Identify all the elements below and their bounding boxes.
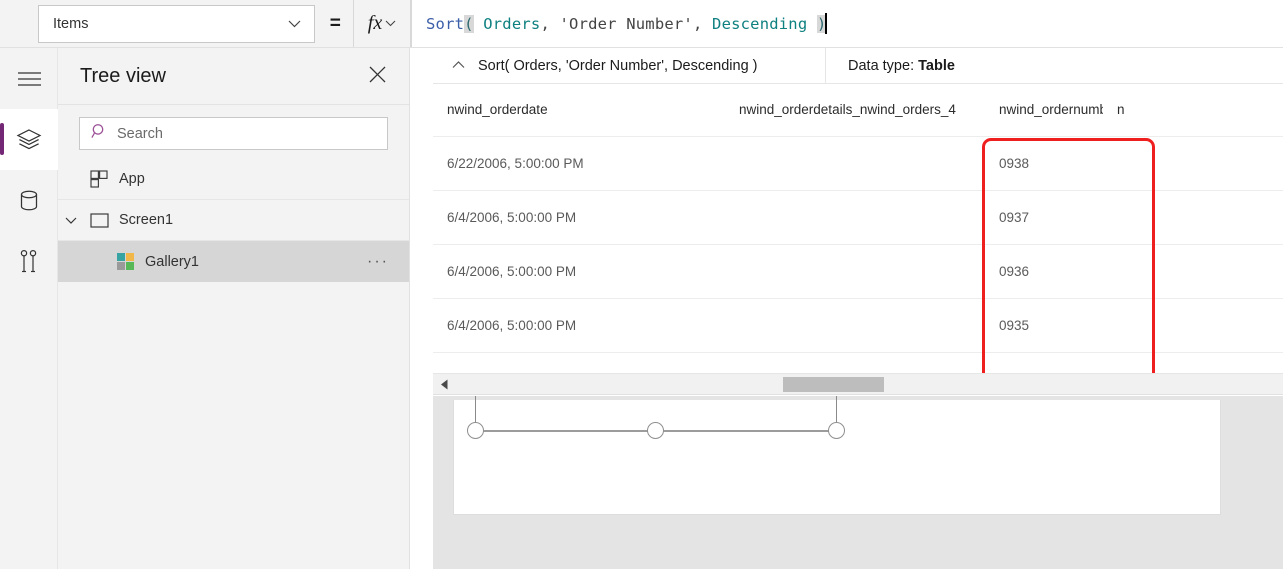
fx-icon: fx — [367, 12, 383, 34]
scrollbar-thumb[interactable] — [783, 376, 884, 392]
chevron-down-icon[interactable] — [58, 217, 84, 224]
table-cell-nwind_ordernumber: 0935 — [985, 298, 1103, 353]
database-icon — [18, 189, 40, 213]
table-cell-nwind_ordernumber: 0937 — [985, 190, 1103, 245]
sidebar-item-menu[interactable] — [0, 48, 58, 109]
scrollbar-track[interactable] — [455, 374, 1283, 395]
property-dropdown[interactable]: Items — [38, 4, 315, 43]
column-header-orderdate[interactable]: nwind_orderdate — [433, 84, 725, 137]
power-apps-studio: Items = fx Sort( Orders, 'Order Number',… — [0, 0, 1283, 569]
table-cell-nwind_orderdate: 6/4/2006, 5:00:00 PM — [433, 298, 725, 353]
table-row[interactable]: 6/4/2006, 5:00:00 PM 0936 — [433, 244, 1283, 299]
formula-result-pane: Sort( Orders, 'Order Number', Descending… — [433, 47, 1283, 395]
formula-token: , — [692, 14, 713, 33]
data-type-prefix: Data type: — [848, 57, 915, 74]
close-icon[interactable] — [368, 65, 387, 88]
search-container: Search — [58, 105, 409, 159]
fx-button[interactable]: fx — [353, 0, 411, 47]
formula-token: 'Order Number' — [559, 14, 693, 33]
tree-item-label: Screen1 — [119, 212, 174, 228]
property-dropdown-value: Items — [53, 15, 89, 32]
table-header-row: nwind_orderdate nwind_orderdetails_nwind… — [433, 84, 1283, 137]
chevron-down-icon — [288, 18, 301, 30]
data-grid-container: nwind_orderdate nwind_orderdetails_nwind… — [433, 84, 1283, 377]
table-cell-nwind_orderdate: 6/22/2006, 5:00:00 PM — [433, 136, 725, 191]
equals-sign: = — [329, 12, 341, 34]
tools-icon — [18, 249, 40, 275]
result-expression-text: Sort( Orders, 'Order Number', Descending… — [478, 57, 758, 74]
formula-token: , — [540, 14, 560, 33]
horizontal-scrollbar[interactable] — [433, 373, 1283, 394]
table-row[interactable]: 6/4/2006, 5:00:00 PM 0935 — [433, 298, 1283, 353]
app-canvas[interactable] — [433, 396, 1283, 569]
tree-view-panel: Tree view Search App Screen1 Gallery1 ··… — [58, 48, 410, 569]
scroll-left-arrow-icon[interactable] — [433, 374, 455, 395]
gallery-icon — [110, 253, 140, 270]
sidebar-item-tree-view[interactable] — [0, 109, 58, 170]
table-cell-cut_off — [1103, 298, 1283, 353]
app-grid-icon — [84, 170, 114, 188]
data-type-label: Data type: Table — [826, 58, 955, 74]
search-icon — [91, 123, 108, 145]
formula-tokens: Sort( Orders, 'Order Number', Descending… — [426, 14, 827, 33]
text-caret — [825, 13, 828, 34]
layers-icon — [16, 128, 42, 152]
gallery-handle-connector-right — [836, 396, 837, 422]
tree-item-label: Gallery1 — [145, 253, 199, 270]
column-header-truncated[interactable]: n — [1103, 84, 1283, 137]
search-input[interactable]: Search — [79, 117, 388, 150]
formula-input[interactable]: Sort( Orders, 'Order Number', Descending… — [411, 0, 1283, 47]
panel-title: Tree view — [80, 64, 166, 87]
column-header-ordernumber[interactable]: nwind_ordernumber — [985, 84, 1103, 137]
chevron-down-icon — [385, 18, 396, 30]
screen-rect-icon — [84, 212, 114, 228]
tree-item-label: App — [119, 171, 145, 187]
tree-item-screen1[interactable]: Screen1 — [58, 200, 409, 241]
table-cell-nwind_orderdetails_nwind_orders_4 — [725, 136, 985, 191]
resize-handle-center[interactable] — [647, 422, 664, 439]
formula-token — [474, 15, 484, 33]
table-cell-nwind_ordernumber: 0938 — [985, 136, 1103, 191]
resize-handle-left[interactable] — [467, 422, 484, 439]
tree-view-header: Tree view — [58, 48, 409, 105]
resize-handle-right[interactable] — [828, 422, 845, 439]
tree-item-app[interactable]: App — [58, 159, 409, 200]
chevron-up-icon[interactable] — [452, 60, 465, 72]
table-cell-nwind_orderdetails_nwind_orders_4 — [725, 244, 985, 299]
result-expression[interactable]: Sort( Orders, 'Order Number', Descending… — [433, 47, 826, 84]
data-grid: nwind_orderdate nwind_orderdetails_nwind… — [433, 84, 1283, 353]
formula-token — [807, 15, 817, 33]
data-type-value: Table — [918, 57, 955, 74]
table-cell-nwind_orderdetails_nwind_orders_4 — [725, 298, 985, 353]
table-cell-nwind_orderdate: 6/4/2006, 5:00:00 PM — [433, 244, 725, 299]
canvas-screen-surface[interactable] — [453, 400, 1221, 515]
search-placeholder: Search — [117, 125, 163, 142]
formula-token: Sort — [426, 14, 465, 33]
formula-token: Descending — [712, 14, 808, 33]
table-cell-cut_off — [1103, 136, 1283, 191]
column-header-orderdetails[interactable]: nwind_orderdetails_nwind_orders_4 — [725, 84, 985, 137]
sidebar-item-media[interactable] — [0, 231, 58, 292]
left-icon-rail — [0, 48, 58, 569]
hamburger-menu-icon — [17, 71, 42, 87]
table-cell-cut_off — [1103, 190, 1283, 245]
table-cell-nwind_orderdate: 6/4/2006, 5:00:00 PM — [433, 190, 725, 245]
table-row[interactable]: 6/4/2006, 5:00:00 PM 0937 — [433, 190, 1283, 245]
formula-token: Orders — [483, 14, 541, 33]
table-body: 6/22/2006, 5:00:00 PM 0938 6/4/2006, 5:00:… — [433, 136, 1283, 353]
formula-toolbar: Items = fx Sort( Orders, 'Order Number',… — [0, 0, 1283, 48]
table-row[interactable]: 6/22/2006, 5:00:00 PM 0938 — [433, 136, 1283, 191]
table-cell-cut_off — [1103, 244, 1283, 299]
result-bar: Sort( Orders, 'Order Number', Descending… — [433, 47, 1283, 84]
tree-item-gallery1[interactable]: Gallery1 ··· — [58, 241, 409, 282]
gallery-handle-connector-left — [475, 396, 476, 422]
table-cell-nwind_ordernumber: 0936 — [985, 244, 1103, 299]
overflow-menu-icon[interactable]: ··· — [367, 254, 389, 269]
sidebar-item-data[interactable] — [0, 170, 58, 231]
tree-item-list: App Screen1 Gallery1 ··· — [58, 159, 409, 282]
formula-token: ( — [464, 14, 474, 33]
table-cell-nwind_orderdetails_nwind_orders_4 — [725, 190, 985, 245]
